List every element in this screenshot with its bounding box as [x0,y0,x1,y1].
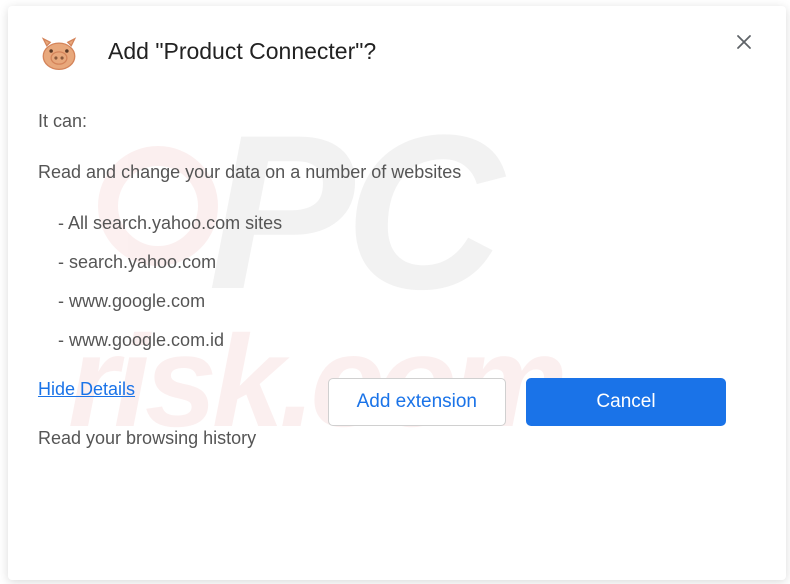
extension-install-dialog: PC risk.com Add "Product Connecter"? [8,6,786,580]
it-can-label: It can: [38,108,756,135]
close-button[interactable] [732,30,756,54]
cancel-button[interactable]: Cancel [526,378,726,426]
permission-browsing-history: Read your browsing history [38,425,756,452]
extension-icon [38,30,80,72]
site-item: - www.google.com [38,288,756,315]
close-icon [736,34,752,50]
site-item: - www.google.com.id [38,327,756,354]
permission-data-access: Read and change your data on a number of… [38,159,756,186]
dialog-header: Add "Product Connecter"? [38,30,756,72]
add-extension-button[interactable]: Add extension [328,378,506,426]
sites-list: - All search.yahoo.com sites - search.ya… [38,210,756,354]
site-item: - All search.yahoo.com sites [38,210,756,237]
site-item: - search.yahoo.com [38,249,756,276]
hide-details-link[interactable]: Hide Details [38,379,135,399]
dialog-footer: Add extension Cancel [328,378,726,426]
dialog-title: Add "Product Connecter"? [108,38,376,65]
